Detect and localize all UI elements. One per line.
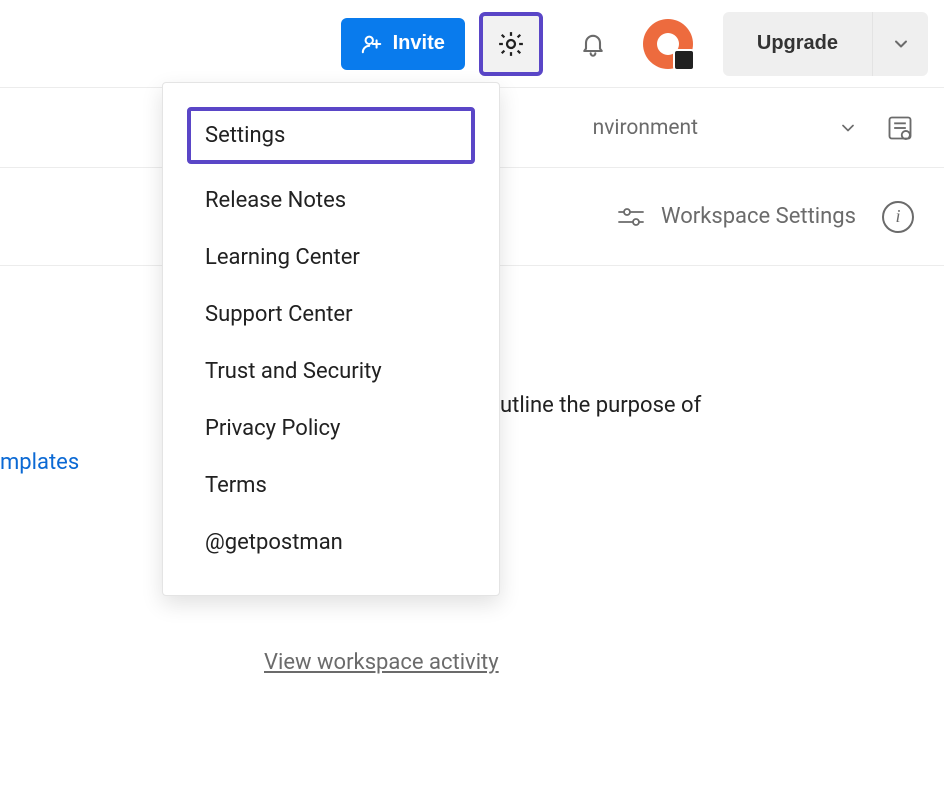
bell-icon: [579, 30, 607, 58]
dropdown-item-support-center[interactable]: Support Center: [163, 286, 499, 343]
gear-icon: [496, 29, 526, 59]
info-icon: i: [895, 206, 900, 227]
dropdown-item-learning-center[interactable]: Learning Center: [163, 229, 499, 286]
dropdown-item-release-notes[interactable]: Release Notes: [163, 172, 499, 229]
view-workspace-activity-link[interactable]: View workspace activity: [264, 650, 499, 675]
upgrade-caret-button[interactable]: [872, 12, 928, 76]
avatar[interactable]: [643, 19, 693, 69]
environment-selector[interactable]: nvironment: [593, 116, 858, 140]
chevron-down-icon: [838, 118, 858, 138]
dropdown-item-privacy-policy[interactable]: Privacy Policy: [163, 400, 499, 457]
top-bar: Invite Upgrade: [0, 0, 944, 88]
upgrade-label: Upgrade: [757, 32, 838, 54]
upgrade-button[interactable]: Upgrade: [723, 12, 872, 76]
dropdown-item-getpostman[interactable]: @getpostman: [163, 514, 499, 571]
workspace-settings-link[interactable]: Workspace Settings: [617, 204, 856, 229]
dropdown-item-terms[interactable]: Terms: [163, 457, 499, 514]
invite-button[interactable]: Invite: [341, 18, 465, 70]
info-button[interactable]: i: [882, 201, 914, 233]
dropdown-item-trust-security[interactable]: Trust and Security: [163, 343, 499, 400]
upgrade-group: Upgrade: [723, 12, 928, 76]
chevron-down-icon: [891, 34, 911, 54]
sliders-icon: [617, 205, 645, 229]
notifications-button[interactable]: [561, 12, 625, 76]
environment-label: nvironment: [593, 116, 698, 140]
dropdown-item-settings[interactable]: Settings: [187, 107, 475, 164]
settings-dropdown: Settings Release Notes Learning Center S…: [162, 82, 500, 596]
invite-user-icon: [361, 33, 383, 55]
templates-link-fragment[interactable]: mplates: [0, 450, 79, 475]
invite-label: Invite: [393, 32, 445, 55]
environment-quicklook-icon[interactable]: [886, 114, 914, 142]
settings-gear-button[interactable]: [479, 12, 543, 76]
description-fragment: utline the purpose of: [500, 393, 701, 418]
workspace-settings-label: Workspace Settings: [661, 204, 856, 229]
